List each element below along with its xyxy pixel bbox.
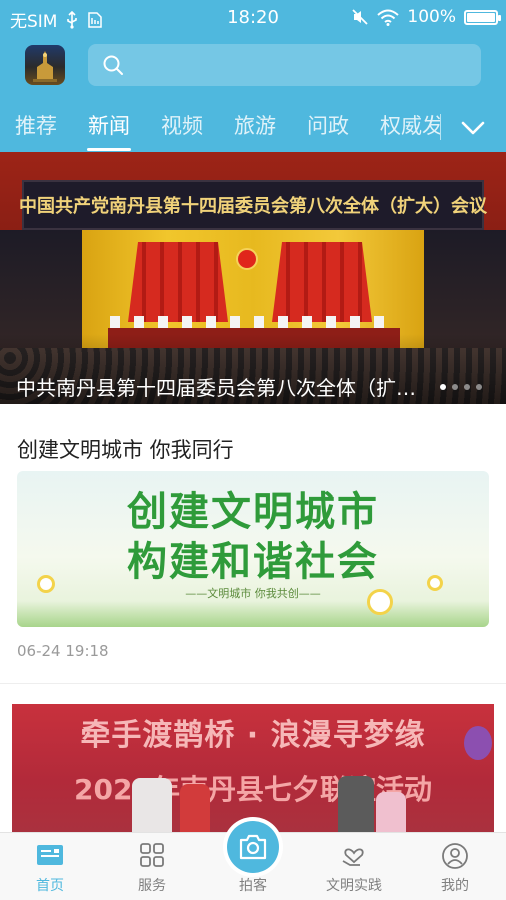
tab-inquiry[interactable]: 问政 [307,110,349,140]
battery-icon [464,9,501,25]
carousel-dot [464,384,470,390]
status-right: 100% [351,7,501,27]
party-emblem-icon [236,248,258,270]
red-flags-right [272,242,372,322]
carousel-dot [452,384,458,390]
banner-carousel[interactable]: 中国共产党南丹县第十四届委员会第八次全体（扩大）会议 中共南丹县第十四届委员会第… [0,152,506,404]
nav-services[interactable]: 服务 [112,833,192,900]
news-image[interactable]: 创建文明城市 构建和谐社会 ——文明城市 你我共创—— [17,471,489,627]
flower-decoration [37,575,55,593]
grass-decoration [17,601,489,627]
chevron-down-icon [461,121,485,135]
news-item[interactable]: 牵手渡鹊桥 · 浪漫寻梦缘 2020年南丹县七夕联谊活动 [0,684,506,844]
tab-authority[interactable]: 权威发 [380,110,440,140]
banner-caption[interactable]: 中共南丹县第十四届委员会第八次全体（扩大）会议 [16,372,424,401]
tab-video[interactable]: 视频 [161,110,203,140]
news-title[interactable]: 创建文明城市 你我同行 [17,434,234,464]
monument-icon [33,51,57,82]
nav-label: 文明实践 [326,878,382,894]
app-screen: 无SIM 18:20 100% 推荐 新闻 视频 旅游 问政 权威发 中国共产党… [0,0,506,900]
tab-recommend[interactable]: 推荐 [15,110,57,140]
balloon-decoration [464,726,492,760]
nav-mine[interactable]: 我的 [415,833,495,900]
news-item[interactable]: 创建文明城市 你我同行 创建文明城市 构建和谐社会 ——文明城市 你我共创—— … [0,404,506,684]
status-bar: 无SIM 18:20 100% [0,0,506,34]
heart-hand-icon [342,848,364,866]
news-image-slogan: ——文明城市 你我共创—— [185,587,321,600]
carousel-indicator [440,384,482,390]
channel-tabs: 推荐 新闻 视频 旅游 问政 权威发 [0,104,506,152]
nav-label: 服务 [138,878,166,894]
tab-travel[interactable]: 旅游 [234,110,276,140]
grid-icon [140,843,164,867]
carousel-dot [476,384,482,390]
tabs-scroll: 推荐 新闻 视频 旅游 问政 权威发 [0,104,440,152]
camera-button[interactable] [227,821,279,873]
header: 无SIM 18:20 100% 推荐 新闻 视频 旅游 问政 权威发 [0,0,506,152]
banner-stage-title: 中国共产党南丹县第十四届委员会第八次全体（扩大）会议 [19,180,487,230]
nav-civilization-practice[interactable]: 文明实践 [314,833,394,900]
carousel-dot [440,384,446,390]
tab-news[interactable]: 新闻 [88,110,130,140]
app-logo[interactable] [25,45,65,85]
news-image-subheadline: 2020年南丹县七夕联谊活动 [74,773,432,806]
wifi-icon [377,9,400,26]
camera-icon [239,834,267,860]
news-image-subheadline: 构建和谐社会 [127,539,379,585]
more-channels-button[interactable] [440,104,506,152]
flower-decoration [367,589,393,615]
battery-percent: 100% [407,7,456,27]
nav-label: 我的 [441,878,469,894]
news-image-headline: 牵手渡鹊桥 · 浪漫寻梦缘 [80,718,426,753]
mute-icon [352,9,369,25]
red-flags-left [128,242,228,322]
search-icon [103,55,123,75]
nav-label: 拍客 [239,878,267,894]
active-tab-indicator [87,148,131,151]
nav-label: 首页 [36,878,64,894]
news-timestamp: 06-24 19:18 [17,642,109,660]
home-icon [37,845,63,865]
search-bar[interactable] [88,44,481,86]
flower-decoration [427,575,443,591]
nav-home[interactable]: 首页 [10,833,90,900]
user-icon [442,843,468,869]
